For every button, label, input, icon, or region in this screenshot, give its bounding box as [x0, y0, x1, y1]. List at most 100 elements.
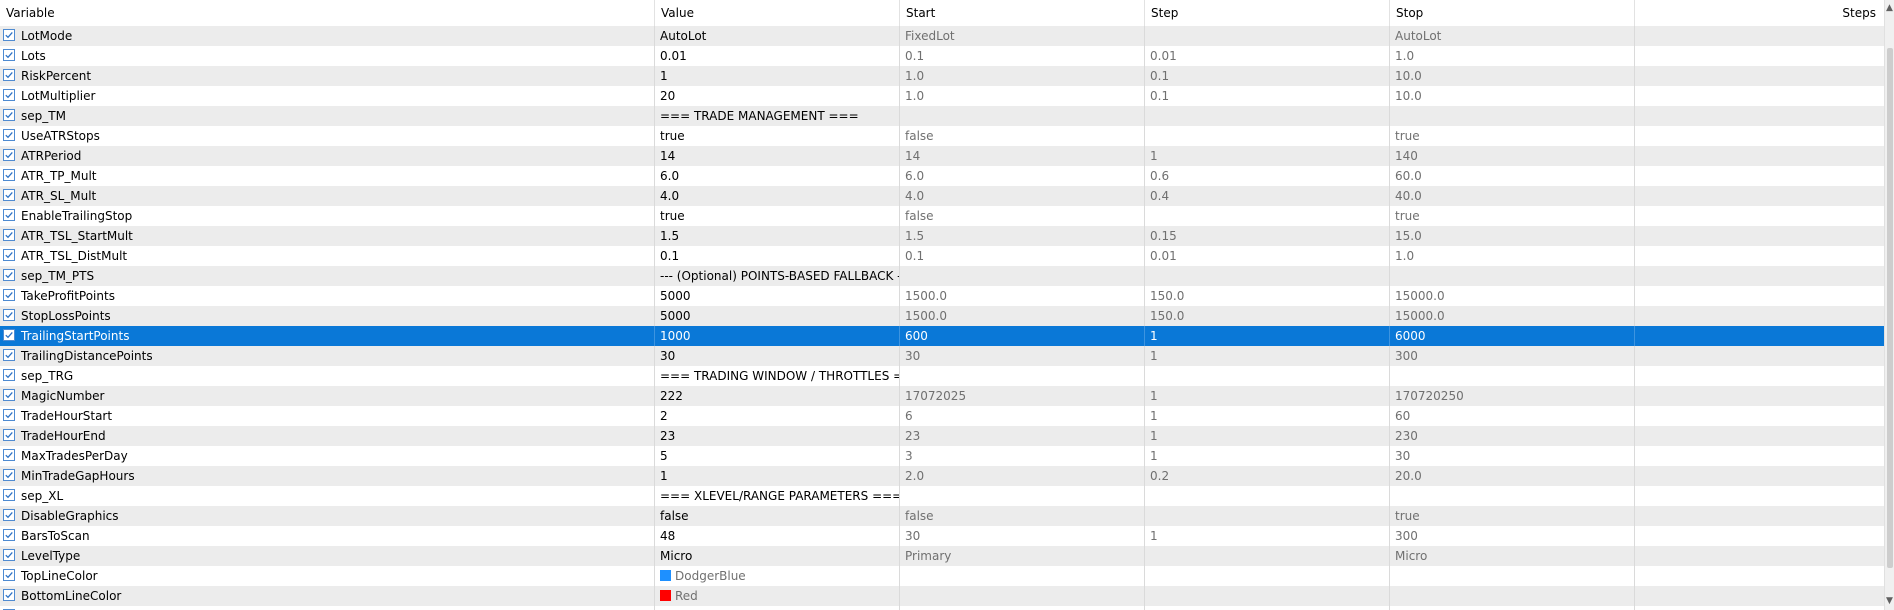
variable-cell[interactable]: ATR_TSL_DistMult — [0, 246, 654, 266]
start-cell[interactable]: 1.0 — [900, 86, 1145, 106]
variable-cell[interactable]: sep_TM — [0, 106, 654, 126]
value-cell[interactable]: === TRADING WINDOW / THROTTLES === — [655, 366, 900, 386]
value-cell[interactable]: DodgerBlue — [655, 566, 900, 586]
step-cell[interactable] — [1145, 206, 1390, 226]
row-checkbox[interactable] — [3, 49, 15, 61]
stop-cell[interactable] — [1390, 486, 1635, 506]
stop-cell[interactable]: 15000.0 — [1390, 286, 1635, 306]
step-cell[interactable] — [1145, 606, 1390, 610]
stop-cell[interactable] — [1390, 606, 1635, 610]
table-row[interactable]: TrailingStartPoints 1000 600 1 6000 — [0, 326, 1885, 346]
steps-cell[interactable] — [1635, 386, 1885, 406]
value-cell[interactable]: 5 — [655, 446, 900, 466]
stop-cell[interactable]: true — [1390, 126, 1635, 146]
steps-cell[interactable] — [1635, 526, 1885, 546]
stop-cell[interactable]: 10.0 — [1390, 86, 1635, 106]
steps-cell[interactable] — [1635, 246, 1885, 266]
row-checkbox[interactable] — [3, 529, 15, 541]
stop-cell[interactable] — [1390, 566, 1635, 586]
value-cell[interactable]: 48 — [655, 526, 900, 546]
step-cell[interactable]: 1 — [1145, 446, 1390, 466]
row-checkbox[interactable] — [3, 29, 15, 41]
value-cell[interactable]: 2 — [655, 406, 900, 426]
table-row[interactable]: sep_TM === TRADE MANAGEMENT === — [0, 106, 1885, 126]
value-cell[interactable]: 4.0 — [655, 186, 900, 206]
steps-cell[interactable] — [1635, 446, 1885, 466]
table-row[interactable]: sep_XL === XLEVEL/RANGE PARAMETERS === — [0, 486, 1885, 506]
step-cell[interactable] — [1145, 586, 1390, 606]
variable-cell[interactable]: BarsToScan — [0, 526, 654, 546]
start-cell[interactable]: 4.0 — [900, 186, 1145, 206]
value-cell[interactable]: Micro — [655, 546, 900, 566]
stop-cell[interactable]: 30 — [1390, 446, 1635, 466]
variable-cell[interactable]: TradeHourStart — [0, 406, 654, 426]
start-cell[interactable]: 600 — [900, 326, 1145, 346]
step-cell[interactable] — [1145, 266, 1390, 286]
table-row[interactable]: LotMode AutoLot FixedLot AutoLot — [0, 26, 1885, 46]
value-cell[interactable]: 5000 — [655, 306, 900, 326]
start-cell[interactable]: false — [900, 506, 1145, 526]
steps-cell[interactable] — [1635, 186, 1885, 206]
row-checkbox[interactable] — [3, 349, 15, 361]
variable-cell[interactable]: LevelType — [0, 546, 654, 566]
steps-cell[interactable] — [1635, 366, 1885, 386]
value-cell[interactable]: false — [655, 506, 900, 526]
row-checkbox[interactable] — [3, 189, 15, 201]
stop-cell[interactable]: 1.0 — [1390, 46, 1635, 66]
variable-cell[interactable]: TrailingDistancePoints — [0, 346, 654, 366]
stop-cell[interactable]: 230 — [1390, 426, 1635, 446]
row-checkbox[interactable] — [3, 209, 15, 221]
start-cell[interactable] — [900, 606, 1145, 610]
stop-cell[interactable]: 140 — [1390, 146, 1635, 166]
steps-cell[interactable] — [1635, 426, 1885, 446]
step-cell[interactable] — [1145, 546, 1390, 566]
row-checkbox[interactable] — [3, 589, 15, 601]
table-row[interactable]: TopLineColor DodgerBlue — [0, 566, 1885, 586]
start-cell[interactable]: 6 — [900, 406, 1145, 426]
variable-cell[interactable] — [0, 606, 654, 610]
row-checkbox[interactable] — [3, 309, 15, 321]
start-cell[interactable]: 23 — [900, 426, 1145, 446]
row-checkbox[interactable] — [3, 169, 15, 181]
steps-cell[interactable] — [1635, 106, 1885, 126]
variable-cell[interactable]: ATR_SL_Mult — [0, 186, 654, 206]
variable-cell[interactable]: MaxTradesPerDay — [0, 446, 654, 466]
step-cell[interactable]: 1 — [1145, 346, 1390, 366]
steps-cell[interactable] — [1635, 586, 1885, 606]
variable-cell[interactable]: DisableGraphics — [0, 506, 654, 526]
step-cell[interactable]: 0.01 — [1145, 246, 1390, 266]
step-cell[interactable]: 0.01 — [1145, 46, 1390, 66]
steps-cell[interactable] — [1635, 486, 1885, 506]
table-row[interactable]: StopLossPoints 5000 1500.0 150.0 15000.0 — [0, 306, 1885, 326]
stop-cell[interactable]: true — [1390, 506, 1635, 526]
start-cell[interactable]: false — [900, 206, 1145, 226]
value-cell[interactable]: true — [655, 126, 900, 146]
table-row[interactable]: TradeHourEnd 23 23 1 230 — [0, 426, 1885, 446]
table-row[interactable]: ATR_TSL_StartMult 1.5 1.5 0.15 15.0 — [0, 226, 1885, 246]
step-cell[interactable]: 1 — [1145, 386, 1390, 406]
scroll-up-icon[interactable]: ▲ — [1885, 3, 1894, 13]
row-checkbox[interactable] — [3, 269, 15, 281]
stop-cell[interactable]: 40.0 — [1390, 186, 1635, 206]
value-cell[interactable]: 0.1 — [655, 246, 900, 266]
table-row[interactable]: sep_TRG === TRADING WINDOW / THROTTLES ==… — [0, 366, 1885, 386]
step-cell[interactable]: 0.4 — [1145, 186, 1390, 206]
stop-cell[interactable]: 15000.0 — [1390, 306, 1635, 326]
value-cell[interactable]: 222 — [655, 386, 900, 406]
table-row[interactable]: LotMultiplier 20 1.0 0.1 10.0 — [0, 86, 1885, 106]
start-cell[interactable]: 30 — [900, 346, 1145, 366]
step-cell[interactable]: 150.0 — [1145, 306, 1390, 326]
row-checkbox[interactable] — [3, 449, 15, 461]
variable-cell[interactable]: ATR_TP_Mult — [0, 166, 654, 186]
variable-cell[interactable]: TrailingStartPoints — [0, 326, 654, 346]
step-cell[interactable]: 1 — [1145, 526, 1390, 546]
table-row[interactable]: BarsToScan 48 30 1 300 — [0, 526, 1885, 546]
steps-cell[interactable] — [1635, 146, 1885, 166]
step-cell[interactable]: 1 — [1145, 146, 1390, 166]
row-checkbox[interactable] — [3, 289, 15, 301]
row-checkbox[interactable] — [3, 389, 15, 401]
step-cell[interactable]: 0.1 — [1145, 86, 1390, 106]
table-row[interactable]: DisableGraphics false false true — [0, 506, 1885, 526]
steps-cell[interactable] — [1635, 126, 1885, 146]
table-row[interactable]: LevelType Micro Primary Micro — [0, 546, 1885, 566]
